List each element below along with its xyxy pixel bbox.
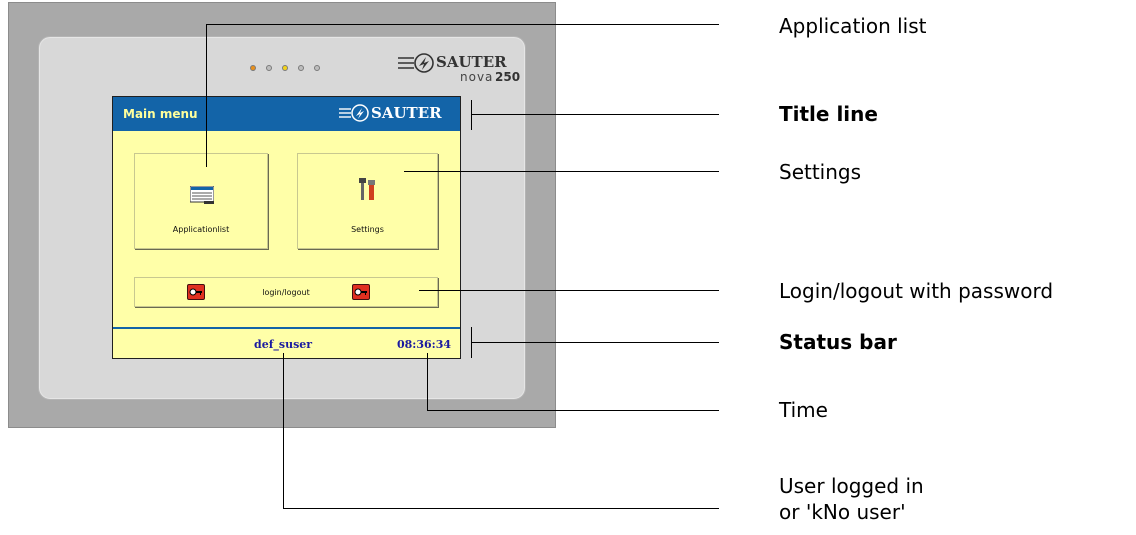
list-icon bbox=[190, 186, 214, 204]
screen-title: Main menu bbox=[123, 107, 198, 121]
device-model: nova bbox=[460, 70, 494, 84]
callout-label-application-list: Application list bbox=[779, 14, 927, 38]
device-logo: SAUTER nova 250 bbox=[398, 52, 522, 88]
login-logout-button[interactable]: login/logout bbox=[134, 277, 438, 307]
led-indicator bbox=[250, 65, 256, 71]
callout-label-user-line1: User logged in bbox=[779, 474, 924, 498]
tools-icon bbox=[359, 178, 375, 200]
status-user: def_suser bbox=[254, 338, 313, 351]
callout-line-time bbox=[427, 410, 719, 411]
callout-line-time bbox=[427, 353, 428, 411]
applicationlist-tile[interactable]: Applicationlist bbox=[134, 153, 268, 249]
callout-line-application-list bbox=[206, 24, 207, 167]
screen-logo-text: SAUTER bbox=[371, 104, 442, 122]
callout-line-settings bbox=[404, 171, 719, 172]
callout-label-login: Login/logout with password bbox=[779, 279, 1054, 303]
touch-screen: Main menu SAUTER Applicationlist Setting… bbox=[112, 96, 461, 359]
led-indicator bbox=[298, 65, 304, 71]
callout-line-user bbox=[283, 508, 719, 509]
callout-line-title bbox=[471, 114, 719, 115]
callout-line-login bbox=[419, 290, 719, 291]
key-icon bbox=[352, 284, 370, 300]
callout-label-user-line2: or 'kNo user' bbox=[779, 500, 906, 524]
settings-label: Settings bbox=[351, 225, 384, 234]
callout-label-settings: Settings bbox=[779, 160, 862, 184]
login-logout-label: login/logout bbox=[262, 288, 310, 297]
callout-label-status-bar: Status bar bbox=[779, 330, 897, 354]
status-time: 08:36:34 bbox=[397, 338, 452, 351]
led-indicator bbox=[282, 65, 288, 71]
led-indicator bbox=[266, 65, 272, 71]
status-bar-divider bbox=[113, 327, 460, 329]
sauter-logo-icon bbox=[339, 104, 369, 122]
callout-line-status bbox=[471, 342, 719, 343]
applicationlist-label: Applicationlist bbox=[172, 225, 230, 234]
device-brand-name: SAUTER bbox=[436, 53, 507, 71]
led-indicator bbox=[314, 65, 320, 71]
callout-label-time: Time bbox=[779, 398, 828, 422]
callout-line-user bbox=[283, 353, 284, 509]
callout-bracket-title bbox=[471, 100, 472, 130]
callout-label-title-line: Title line bbox=[779, 102, 878, 126]
callout-line-application-list bbox=[206, 24, 719, 25]
title-bar: Main menu SAUTER bbox=[113, 97, 460, 131]
device-model-number: 250 bbox=[495, 70, 521, 84]
settings-tile[interactable]: Settings bbox=[297, 153, 438, 249]
